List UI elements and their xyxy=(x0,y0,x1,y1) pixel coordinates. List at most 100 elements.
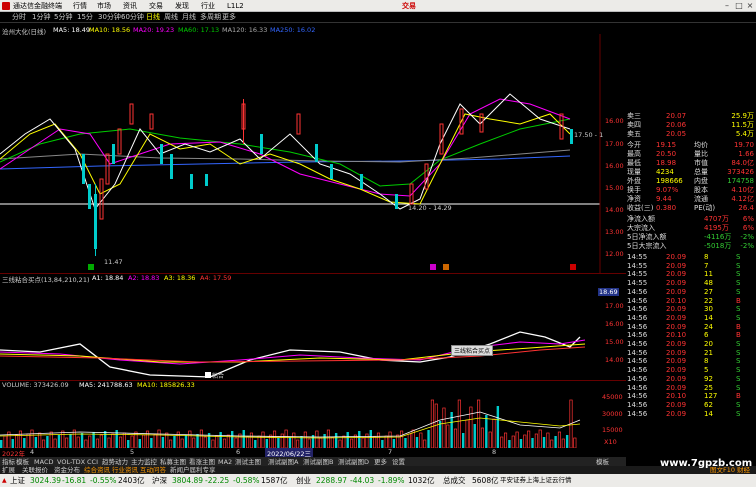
menu-item-l1l2[interactable]: L1L2 xyxy=(227,0,244,12)
tick-volume: 30 xyxy=(704,305,713,314)
volume-bar xyxy=(492,418,496,448)
period-multi[interactable]: 多周期 xyxy=(200,12,221,23)
volume-tick: 30000 xyxy=(602,410,623,418)
volume-bar xyxy=(184,435,188,448)
cy-label[interactable]: 创业 xyxy=(296,474,311,487)
news-ticker[interactable]: 平安证券上海上证云行情 xyxy=(500,474,572,487)
tab-extend[interactable]: 扩展 xyxy=(2,466,15,474)
flow-pct: 6% xyxy=(742,215,754,223)
volume-bar xyxy=(511,435,515,448)
minimize-icon[interactable]: – xyxy=(722,1,732,11)
volume-bar xyxy=(26,433,30,448)
candlestick-chart[interactable] xyxy=(0,34,626,274)
trade-link[interactable]: 交易 xyxy=(402,0,416,12)
tab-related-quote[interactable]: 关联报价 xyxy=(22,466,48,474)
hs-label[interactable]: 沪深 xyxy=(152,474,167,487)
indicator-tick: 16.00 xyxy=(605,320,624,328)
volume-bar xyxy=(546,432,550,448)
volume-bar xyxy=(350,438,354,448)
menu-item-market[interactable]: 市场 xyxy=(97,0,111,12)
date-tick: 4 xyxy=(30,448,35,456)
volume-bar xyxy=(169,439,173,448)
menu-item-trade[interactable]: 交易 xyxy=(149,0,163,12)
volume-bar xyxy=(273,430,277,448)
tab-fund-dist[interactable]: 资金分布 xyxy=(54,466,80,474)
flow-label: 净流入额 xyxy=(627,215,655,223)
sell-level-volume: 5.4万 xyxy=(735,130,754,138)
volume-ma10-label: MA10: 185826.33 xyxy=(137,381,195,389)
volume-bar xyxy=(95,438,100,448)
ma250-label: MA250: 16.02 xyxy=(270,26,316,34)
sh-value: 3024.39 xyxy=(30,476,62,485)
flow-amount: 4707万 xyxy=(704,215,729,223)
tab-industry-news[interactable]: 行业资讯 xyxy=(112,466,138,474)
tick-time: 14:56 xyxy=(627,322,648,331)
tick-volume: 24 xyxy=(704,322,713,331)
tick-volume: 14 xyxy=(704,409,713,418)
indicator-chart[interactable] xyxy=(0,282,600,382)
ma120-label: MA120: 16.33 xyxy=(222,26,268,34)
tick-time: 14:56 xyxy=(627,287,648,296)
tab-general-news[interactable]: 综合资讯 xyxy=(84,466,110,474)
volume-bar xyxy=(453,428,458,448)
flow-pct: -2% xyxy=(740,233,754,241)
menu-item-news[interactable]: 资讯 xyxy=(123,0,137,12)
close-icon[interactable]: × xyxy=(745,1,755,11)
tick-price: 20.09 xyxy=(666,279,687,288)
watermark: www.7gpzb.com xyxy=(660,458,753,469)
quote-panel: 卖三 20.07 25.9万 卖四 20.06 11.5万 卖五 20.05 5.4万 今开 19.… xyxy=(626,112,756,436)
tab-qa[interactable]: 互动问答 xyxy=(140,466,166,474)
period-monthly[interactable]: 月线 xyxy=(182,12,196,23)
volume-bar xyxy=(550,439,554,448)
tick-volume: 127 xyxy=(704,392,718,401)
indicator-tick: 17.00 xyxy=(605,302,624,310)
sell-level-price: 20.05 xyxy=(666,130,687,138)
period-30min[interactable]: 30分钟 xyxy=(98,12,121,23)
sh-label[interactable]: 上证 xyxy=(10,474,25,487)
tick-volume: 6 xyxy=(704,331,709,340)
volume-bar xyxy=(527,430,531,448)
period-weekly[interactable]: 周线 xyxy=(164,12,178,23)
sell-level-volume: 11.5万 xyxy=(731,121,754,129)
menu-item-discover[interactable]: 发现 xyxy=(175,0,189,12)
tick-side: S xyxy=(736,313,741,322)
ma120-line xyxy=(0,149,571,163)
volume-bar xyxy=(515,431,519,448)
a3-line xyxy=(0,343,586,363)
flow-row: 净流入额 4707万 6% xyxy=(626,215,756,224)
period-5min[interactable]: 5分钟 xyxy=(54,12,72,23)
volume-bar xyxy=(392,439,396,448)
period-daily[interactable]: 日线 xyxy=(146,12,160,23)
maximize-icon[interactable]: □ xyxy=(734,1,744,11)
sell-level-label: 卖四 xyxy=(627,121,641,129)
menu-item-quotes[interactable]: 行情 xyxy=(73,0,87,12)
menu-item-industry[interactable]: 行业 xyxy=(201,0,215,12)
tick-volume: 21 xyxy=(704,348,713,357)
quote-field-label: 换手 xyxy=(627,186,641,194)
volume-bar xyxy=(334,433,338,448)
tick-time: 14:56 xyxy=(627,400,648,409)
volume-bar xyxy=(211,439,215,448)
signal-marker-1 xyxy=(88,264,94,270)
tick-time: 14:56 xyxy=(627,383,648,392)
period-1min[interactable]: 1分钟 xyxy=(32,12,50,23)
volume-bar xyxy=(161,437,165,448)
period-more[interactable]: 更多 xyxy=(222,12,236,23)
tick-volume: 11 xyxy=(704,270,713,279)
volume-chart[interactable] xyxy=(0,390,600,448)
volume-bar xyxy=(415,437,419,448)
period-15min[interactable]: 15分 xyxy=(77,12,93,23)
tick-volume: 5 xyxy=(704,366,709,375)
date-tick: 7 xyxy=(388,448,393,456)
period-intraday[interactable]: 分时 xyxy=(12,12,26,23)
tick-row: 14:55 20.09 8 S xyxy=(626,253,756,262)
tick-volume: 14 xyxy=(704,313,713,322)
tick-row: 14:56 20.09 21 S xyxy=(626,349,756,358)
tick-side: B xyxy=(736,296,741,305)
period-60min[interactable]: 60分钟 xyxy=(121,12,144,23)
volume-bar xyxy=(41,439,46,448)
volume-bar xyxy=(462,433,465,448)
tick-price: 20.09 xyxy=(666,322,687,331)
volume-bar xyxy=(118,436,123,448)
tab-special[interactable]: 新闻户届利专享 xyxy=(170,466,216,474)
